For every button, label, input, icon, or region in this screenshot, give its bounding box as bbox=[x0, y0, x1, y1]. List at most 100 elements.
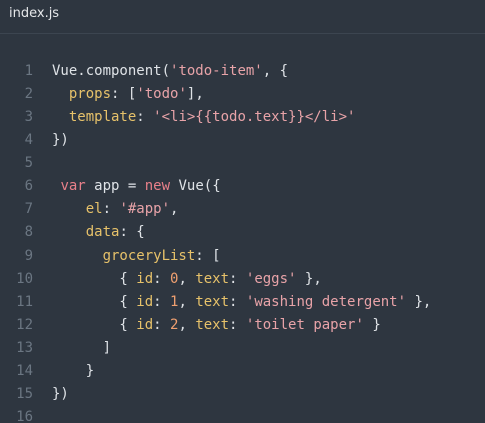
code-line: 16 bbox=[0, 406, 485, 423]
line-content: { id: 1, text: 'washing detergent' }, bbox=[52, 291, 431, 314]
code-line: 15}) bbox=[0, 383, 485, 406]
code-line: 10 { id: 0, text: 'eggs' }, bbox=[0, 268, 485, 291]
code-token: : bbox=[102, 201, 120, 218]
line-number: 3 bbox=[24, 109, 33, 126]
line-number: 10 bbox=[16, 270, 33, 287]
line-content: props: ['todo'], bbox=[52, 83, 204, 106]
code-token: 'toilet paper' bbox=[245, 316, 364, 333]
line-number: 14 bbox=[16, 362, 33, 379]
code-token: : bbox=[153, 270, 171, 287]
code-token: groceryList bbox=[102, 247, 196, 264]
code-token: }) bbox=[52, 385, 69, 402]
code-line: 7 el: '#app', bbox=[0, 198, 485, 221]
code-token: Vue({ bbox=[170, 178, 221, 195]
code-token: }, bbox=[406, 293, 432, 310]
code-line: 3 template: '<li>{{todo.text}}</li>' bbox=[0, 106, 485, 129]
line-content: { id: 2, text: 'toilet paper' } bbox=[52, 314, 381, 337]
line-content: ] bbox=[52, 337, 111, 360]
line-content: } bbox=[52, 360, 94, 383]
line-number: 4 bbox=[24, 132, 33, 149]
line-number: 12 bbox=[16, 316, 33, 333]
code-line: 5 bbox=[0, 152, 485, 175]
code-token: , bbox=[178, 270, 196, 287]
code-token: template bbox=[68, 109, 137, 126]
line-number: 9 bbox=[24, 247, 33, 264]
code-token: 'washing detergent' bbox=[245, 293, 407, 310]
code-token: } bbox=[363, 316, 381, 333]
line-content: groceryList: [ bbox=[52, 245, 221, 268]
code-token: , bbox=[178, 293, 196, 310]
tab-bar: index.js bbox=[0, 0, 485, 34]
line-content: }) bbox=[52, 129, 69, 152]
code-token: 'todo' bbox=[136, 86, 187, 103]
line-content: el: '#app', bbox=[52, 198, 179, 221]
code-token: { bbox=[52, 293, 137, 310]
code-token: : [ bbox=[111, 86, 137, 103]
code-token: props bbox=[68, 86, 112, 103]
tab-index-js[interactable]: index.js bbox=[9, 4, 59, 24]
code-line: 2 props: ['todo'], bbox=[0, 83, 485, 106]
code-token: : bbox=[153, 293, 171, 310]
code-token: id bbox=[136, 270, 154, 287]
line-number: 15 bbox=[16, 385, 33, 402]
code-token: '<li>{{todo.text}}</li>' bbox=[153, 109, 356, 126]
code-token: } bbox=[52, 362, 95, 379]
code-token: new bbox=[144, 178, 171, 195]
code-token: 'eggs' bbox=[245, 270, 297, 287]
code-token: ], bbox=[186, 86, 204, 103]
code-line: 14 } bbox=[0, 360, 485, 383]
line-content: Vue.component('todo-item', { bbox=[52, 60, 288, 83]
code-token: : bbox=[229, 293, 246, 310]
code-token: text bbox=[195, 293, 230, 310]
code-token: var bbox=[60, 178, 86, 195]
code-token: Vue.component( bbox=[52, 63, 171, 79]
line-content: var app = new Vue({ bbox=[52, 175, 221, 198]
code-line: 6 var app = new Vue({ bbox=[0, 175, 485, 198]
line-number: 8 bbox=[24, 224, 33, 241]
code-token: 'todo-item' bbox=[170, 63, 263, 79]
code-token: data bbox=[85, 224, 120, 241]
line-number: 13 bbox=[16, 339, 33, 356]
line-number: 11 bbox=[16, 293, 33, 310]
line-number: 1 bbox=[24, 63, 33, 79]
code-token: : bbox=[153, 316, 171, 333]
code-token: el bbox=[85, 201, 103, 218]
code-line: 8 data: { bbox=[0, 221, 485, 244]
code-token: }, bbox=[296, 270, 322, 287]
code-token: ] bbox=[52, 339, 112, 356]
code-line: 11 { id: 1, text: 'washing detergent' }, bbox=[0, 291, 485, 314]
code-editor: index.js 1 Vue.component('todo-item', {2 … bbox=[0, 0, 485, 423]
code-token: text bbox=[195, 316, 230, 333]
code-token: text bbox=[195, 270, 230, 287]
line-content: data: { bbox=[52, 221, 145, 244]
line-content: { id: 0, text: 'eggs' }, bbox=[52, 268, 322, 291]
code-line: 4}) bbox=[0, 129, 485, 152]
line-number: 5 bbox=[24, 155, 33, 172]
code-token: : bbox=[229, 316, 246, 333]
code-token: { bbox=[52, 270, 137, 287]
code-line: 9 groceryList: [ bbox=[0, 245, 485, 268]
line-content: template: '<li>{{todo.text}}</li>' bbox=[52, 106, 356, 129]
code-token: , { bbox=[262, 63, 289, 79]
line-number: 7 bbox=[24, 201, 33, 218]
code-line: 12 { id: 2, text: 'toilet paper' } bbox=[0, 314, 485, 337]
line-number: 6 bbox=[24, 178, 33, 195]
code-token: : { bbox=[119, 224, 145, 241]
code-token: }) bbox=[52, 132, 69, 149]
code-token: : bbox=[229, 270, 246, 287]
line-number: 16 bbox=[16, 408, 33, 423]
code-line: 1 Vue.component('todo-item', { bbox=[0, 60, 485, 83]
code-token: , bbox=[170, 201, 179, 218]
code-token: , bbox=[178, 316, 196, 333]
code-token: : [ bbox=[195, 247, 221, 264]
code-area[interactable]: 1 Vue.component('todo-item', {2 props: ['… bbox=[0, 60, 485, 423]
code-token: app = bbox=[85, 178, 145, 195]
code-token: { bbox=[52, 316, 137, 333]
code-token: : bbox=[136, 109, 154, 126]
line-content: }) bbox=[52, 383, 69, 406]
